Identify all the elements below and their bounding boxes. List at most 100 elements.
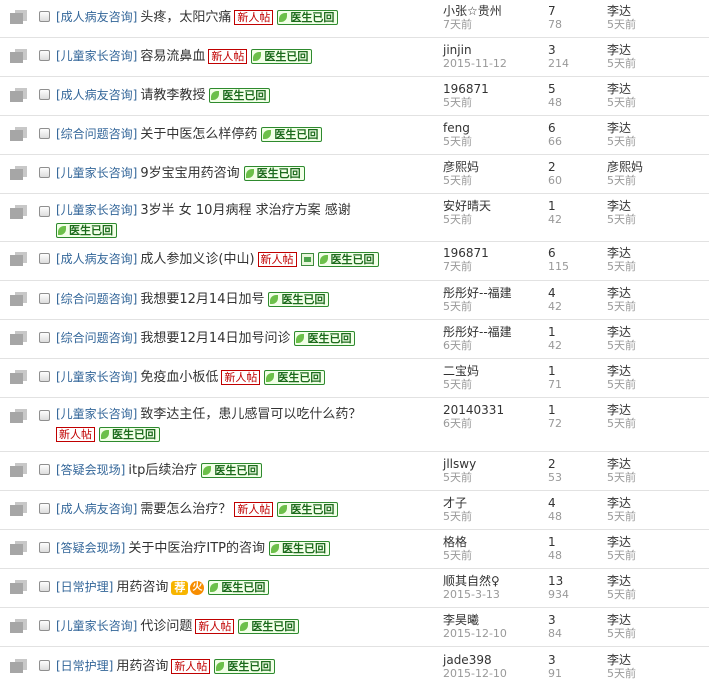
last-reply-time-link[interactable]: 5天前	[607, 300, 636, 314]
author-name-link[interactable]: jade398	[443, 653, 507, 667]
thread-category-link[interactable]: [儿童家长咨询]	[56, 166, 137, 180]
thread-category-link[interactable]: [日常护理]	[56, 659, 113, 673]
last-reply-time-link[interactable]: 5天前	[607, 471, 636, 485]
author-name-link[interactable]: 彦熙妈	[443, 160, 479, 174]
thread-select-checkbox[interactable]	[39, 167, 50, 178]
thread-category-link[interactable]: [综合问题咨询]	[56, 127, 137, 141]
author-name-link[interactable]: jllswy	[443, 457, 476, 471]
author-name-link[interactable]: 彤彤好--福建	[443, 286, 512, 300]
author-name-link[interactable]: feng	[443, 121, 472, 135]
thread-select-checkbox[interactable]	[39, 89, 50, 100]
author-name-link[interactable]: jinjin	[443, 43, 507, 57]
thread-category-link[interactable]: [儿童家长咨询]	[56, 203, 137, 217]
last-reply-author-link[interactable]: 李达	[607, 121, 636, 135]
author-name-link[interactable]: 小张☆贵州	[443, 4, 502, 18]
thread-category-link[interactable]: [答疑会现场]	[56, 463, 125, 477]
last-reply-author-link[interactable]: 李达	[607, 535, 636, 549]
last-reply-time-link[interactable]: 5天前	[607, 135, 636, 149]
last-reply-time-link[interactable]: 5天前	[607, 378, 636, 392]
last-reply-time-link[interactable]: 5天前	[607, 213, 636, 227]
thread-title-link[interactable]: 关于中医治疗ITP的咨询	[128, 541, 265, 556]
thread-select-checkbox[interactable]	[39, 128, 50, 139]
thread-category-link[interactable]: [日常护理]	[56, 580, 113, 594]
author-name-link[interactable]: 196871	[443, 82, 489, 96]
thread-title-link[interactable]: 用药咨询	[116, 659, 168, 674]
thread-category-link[interactable]: [成人病友咨询]	[56, 88, 137, 102]
author-name-link[interactable]: 李昊曦	[443, 613, 507, 627]
author-name-link[interactable]: 才子	[443, 496, 472, 510]
last-reply-author-link[interactable]: 李达	[607, 613, 636, 627]
author-name-link[interactable]: 二宝妈	[443, 364, 479, 378]
thread-select-checkbox[interactable]	[39, 660, 50, 671]
thread-category-link[interactable]: [综合问题咨询]	[56, 292, 137, 306]
thread-category-link[interactable]: [成人病友咨询]	[56, 502, 137, 516]
thread-select-checkbox[interactable]	[39, 581, 50, 592]
thread-title-link[interactable]: 代诊问题	[140, 619, 192, 634]
last-reply-author-link[interactable]: 李达	[607, 82, 636, 96]
last-reply-time-link[interactable]: 5天前	[607, 339, 636, 353]
last-reply-author-link[interactable]: 李达	[607, 325, 636, 339]
last-reply-author-link[interactable]: 李达	[607, 4, 636, 18]
thread-select-checkbox[interactable]	[39, 253, 50, 264]
last-reply-time-link[interactable]: 5天前	[607, 627, 636, 641]
last-reply-author-link[interactable]: 李达	[607, 43, 636, 57]
thread-select-checkbox[interactable]	[39, 371, 50, 382]
thread-title-link[interactable]: 免疫血小板低	[140, 370, 218, 385]
thread-select-checkbox[interactable]	[39, 332, 50, 343]
author-name-link[interactable]: 格格	[443, 535, 472, 549]
thread-title-link[interactable]: 致李达主任，患儿感冒可以吃什么药？	[140, 407, 361, 422]
last-reply-author-link[interactable]: 李达	[607, 457, 636, 471]
last-reply-time-link[interactable]: 5天前	[607, 174, 643, 188]
thread-title-link[interactable]: 3岁半 女 10月病程 求治疗方案 感谢	[140, 203, 350, 218]
thread-title-link[interactable]: 我想要12月14日加号问诊	[140, 331, 290, 346]
thread-category-link[interactable]: [成人病友咨询]	[56, 10, 137, 24]
thread-title-link[interactable]: 请教李教授	[140, 88, 205, 103]
thread-category-link[interactable]: [儿童家长咨询]	[56, 619, 137, 633]
last-reply-author-link[interactable]: 李达	[607, 199, 636, 213]
last-reply-author-link[interactable]: 李达	[607, 653, 636, 667]
author-name-link[interactable]: 20140331	[443, 403, 504, 417]
thread-title-link[interactable]: 9岁宝宝用药咨询	[140, 166, 239, 181]
thread-select-checkbox[interactable]	[39, 464, 50, 475]
thread-select-checkbox[interactable]	[39, 503, 50, 514]
thread-title-link[interactable]: 需要怎么治疗？	[140, 502, 231, 517]
thread-title-link[interactable]: itp后续治疗	[128, 463, 197, 478]
thread-category-link[interactable]: [综合问题咨询]	[56, 331, 137, 345]
author-name-link[interactable]: 彤彤好--福建	[443, 325, 512, 339]
last-reply-author-link[interactable]: 李达	[607, 246, 636, 260]
last-reply-author-link[interactable]: 李达	[607, 286, 636, 300]
last-reply-time-link[interactable]: 5天前	[607, 510, 636, 524]
last-reply-author-link[interactable]: 彦熙妈	[607, 160, 643, 174]
thread-title-link[interactable]: 头疼，太阳穴痛	[140, 10, 231, 25]
thread-select-checkbox[interactable]	[39, 542, 50, 553]
thread-title-link[interactable]: 容易流鼻血	[140, 49, 205, 64]
thread-category-link[interactable]: [儿童家长咨询]	[56, 49, 137, 63]
last-reply-time-link[interactable]: 5天前	[607, 588, 636, 602]
author-name-link[interactable]: 顺其自然♀	[443, 574, 500, 588]
last-reply-time-link[interactable]: 5天前	[607, 260, 636, 274]
thread-select-checkbox[interactable]	[39, 620, 50, 631]
last-reply-time-link[interactable]: 5天前	[607, 18, 636, 32]
last-reply-time-link[interactable]: 5天前	[607, 57, 636, 71]
thread-category-link[interactable]: [成人病友咨询]	[56, 252, 137, 266]
last-reply-time-link[interactable]: 5天前	[607, 549, 636, 563]
thread-title-link[interactable]: 用药咨询	[116, 580, 168, 595]
thread-select-checkbox[interactable]	[39, 206, 50, 217]
author-name-link[interactable]: 安好晴天	[443, 199, 491, 213]
thread-select-checkbox[interactable]	[39, 410, 50, 421]
last-reply-time-link[interactable]: 5天前	[607, 417, 636, 431]
thread-select-checkbox[interactable]	[39, 11, 50, 22]
thread-title-link[interactable]: 我想要12月14日加号	[140, 292, 264, 307]
thread-select-checkbox[interactable]	[39, 50, 50, 61]
last-reply-author-link[interactable]: 李达	[607, 403, 636, 417]
author-name-link[interactable]: 196871	[443, 246, 489, 260]
last-reply-time-link[interactable]: 5天前	[607, 667, 636, 681]
thread-category-link[interactable]: [儿童家长咨询]	[56, 407, 137, 421]
thread-title-link[interactable]: 成人参加义诊(中山)	[140, 252, 254, 267]
thread-title-link[interactable]: 关于中医怎么样停药	[140, 127, 257, 142]
last-reply-author-link[interactable]: 李达	[607, 574, 636, 588]
last-reply-time-link[interactable]: 5天前	[607, 96, 636, 110]
thread-select-checkbox[interactable]	[39, 293, 50, 304]
thread-category-link[interactable]: [儿童家长咨询]	[56, 370, 137, 384]
last-reply-author-link[interactable]: 李达	[607, 364, 636, 378]
